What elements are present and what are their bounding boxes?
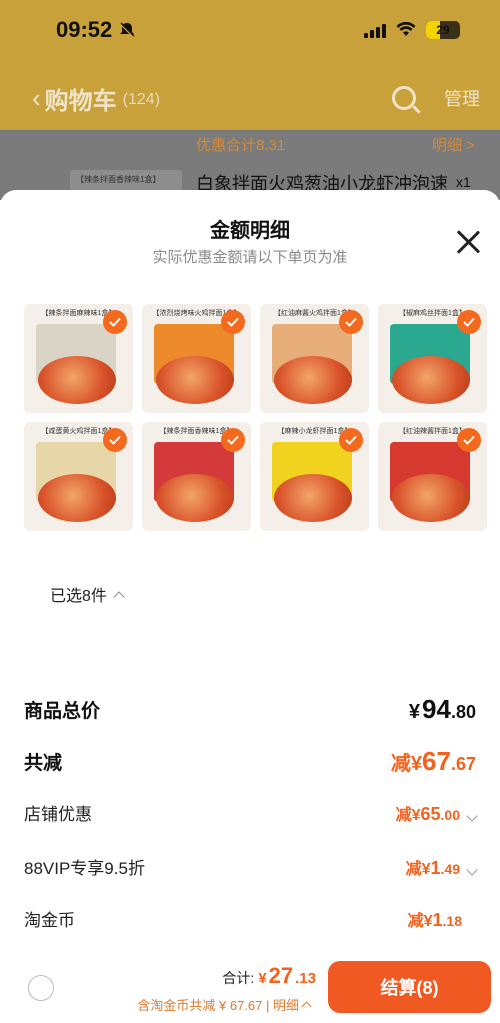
- check-icon[interactable]: [221, 310, 245, 334]
- signal-icon: [364, 22, 386, 38]
- bell-mute-icon: [119, 22, 136, 38]
- vip-discount-dec: .49: [440, 860, 460, 877]
- coin-discount-label: 淘金币: [24, 911, 75, 930]
- amount-detail-sheet: 金额明细 实际优惠金额请以下单页为准 【辣条拌面麻辣味1盒】 【浓烈烧烤味火鸡拌面…: [0, 190, 500, 1023]
- total-reduce-value: 减¥ 67.67: [391, 746, 476, 777]
- checkout-bar: 合计: ¥ 27 .13 含淘金币共减 ¥ 67.67 | 明细 结算(8): [0, 953, 500, 1023]
- total-reduce-row: 共减 减¥ 67.67: [24, 746, 476, 777]
- time-text: 09:52: [56, 17, 113, 42]
- sum-detail-text: 含淘金币共减 ¥ 67.67 | 明细: [137, 998, 299, 1013]
- discount-total: 优惠合计8.31: [196, 137, 286, 154]
- shop-discount-row[interactable]: 店铺优惠 减¥ 65.00: [24, 800, 478, 825]
- check-icon[interactable]: [103, 310, 127, 334]
- cart-navbar: ‹ 购物车 (124) 管理: [0, 76, 500, 120]
- total-price-dec: .80: [450, 702, 476, 722]
- total-price-row: 商品总价 ¥94.80: [24, 694, 476, 725]
- search-icon[interactable]: [392, 86, 416, 110]
- product-card[interactable]: 【辣条拌面麻辣味1盒】: [24, 304, 133, 413]
- product-noodle-image: [38, 356, 116, 404]
- shop-discount-label: 店铺优惠: [24, 805, 92, 824]
- cart-header-background: 09:52 29 ‹ 购物车 (124) 管理: [0, 0, 500, 130]
- sum-currency: ¥: [258, 970, 267, 987]
- product-noodle-image: [274, 474, 352, 522]
- chevron-down-icon: [466, 863, 478, 876]
- cart-count: (124): [122, 91, 161, 108]
- shop-discount-int: 65: [420, 803, 441, 824]
- battery-level: 29: [436, 23, 450, 37]
- close-icon[interactable]: [455, 229, 481, 255]
- selected-count-toggle[interactable]: 已选8件: [50, 582, 125, 606]
- vip-discount-row[interactable]: 88VIP专享9.5折 减¥ 1.49: [24, 854, 478, 879]
- total-price-value: ¥94.80: [409, 694, 476, 725]
- sum-detail-toggle[interactable]: 含淘金币共减 ¥ 67.67 | 明细: [137, 995, 312, 1014]
- coin-discount-prefix: 减¥: [407, 912, 433, 930]
- product-noodle-image: [392, 474, 470, 522]
- total-price-int: 94: [422, 694, 451, 724]
- sum-label: 合计:: [222, 970, 255, 986]
- sum-int: 27: [268, 963, 294, 988]
- cart-item-qty: x1: [456, 174, 471, 190]
- vip-discount-prefix: 减¥: [405, 860, 431, 878]
- vip-discount-label: 88VIP专享9.5折: [24, 859, 145, 878]
- chevron-down-icon: [466, 809, 478, 822]
- total-reduce-int: 67: [422, 746, 451, 776]
- check-icon[interactable]: [339, 310, 363, 334]
- coin-discount-row: 淘金币 减¥ 1.18: [24, 906, 476, 931]
- product-card[interactable]: 【红油辣酱拌面1盒】: [378, 422, 487, 531]
- coin-discount-dec: .18: [442, 912, 462, 929]
- product-card[interactable]: 【椒麻鸡丝拌面1盒】: [378, 304, 487, 413]
- check-icon[interactable]: [103, 428, 127, 452]
- shop-discount-dec: .00: [440, 806, 460, 823]
- battery-icon: 29: [426, 21, 460, 39]
- product-noodle-image: [156, 356, 234, 404]
- vip-discount-value: 减¥ 1.49: [405, 855, 478, 879]
- cart-item-thumbnail-label: 【辣条拌面香辣味1盒】: [76, 175, 161, 184]
- product-card[interactable]: 【浓烈烧烤味火鸡拌面1盒】: [142, 304, 251, 413]
- coin-discount-value: 减¥ 1.18: [408, 907, 462, 931]
- check-icon[interactable]: [339, 428, 363, 452]
- sum-dec: .13: [295, 970, 316, 987]
- select-all-radio[interactable]: [28, 975, 54, 1001]
- shop-discount-prefix: 减¥: [395, 806, 421, 824]
- check-icon[interactable]: [457, 428, 481, 452]
- shop-discount-value: 减¥ 65.00: [395, 801, 478, 825]
- check-icon[interactable]: [457, 310, 481, 334]
- total-reduce-prefix: 减¥: [390, 753, 423, 775]
- coin-discount-int: 1: [432, 909, 443, 930]
- total-reduce-dec: .67: [450, 754, 476, 774]
- total-reduce-label: 共减: [24, 753, 63, 774]
- product-noodle-image: [156, 474, 234, 522]
- selected-count-text: 已选8件: [50, 588, 107, 605]
- total-price-currency: ¥: [408, 701, 421, 723]
- total-price-label: 商品总价: [24, 701, 101, 722]
- sheet-title: 金额明细: [210, 220, 290, 242]
- detail-link[interactable]: 明细 >: [432, 134, 475, 155]
- sum-total: 合计: ¥ 27 .13: [222, 963, 316, 989]
- page-title: 购物车: [44, 87, 117, 115]
- checkout-button[interactable]: 结算(8): [328, 961, 491, 1013]
- vip-discount-int: 1: [430, 857, 441, 878]
- product-noodle-image: [274, 356, 352, 404]
- product-card[interactable]: 【红油麻酱火鸡拌面1盒】: [260, 304, 369, 413]
- wifi-icon: [396, 22, 416, 36]
- chevron-up-icon: [113, 591, 125, 603]
- manage-button[interactable]: 管理: [444, 85, 480, 111]
- status-time: 09:52: [56, 17, 136, 43]
- chevron-left-icon[interactable]: ‹: [32, 83, 41, 114]
- product-grid: 【辣条拌面麻辣味1盒】 【浓烈烧烤味火鸡拌面1盒】 【红油麻酱火鸡拌面1盒】 【椒麻鸡…: [24, 304, 487, 531]
- product-noodle-image: [38, 474, 116, 522]
- sheet-subtitle: 实际优惠金额请以下单页为准: [152, 249, 348, 266]
- product-card[interactable]: 【麻辣小龙虾拌面1盒】: [260, 422, 369, 531]
- product-noodle-image: [392, 356, 470, 404]
- chevron-up-icon: [301, 1001, 312, 1012]
- product-card[interactable]: 【咸蛋黄火鸡拌面1盒】: [24, 422, 133, 531]
- status-bar: 09:52 29: [0, 0, 500, 60]
- check-icon[interactable]: [221, 428, 245, 452]
- product-card[interactable]: 【辣条拌面香辣味1盒】: [142, 422, 251, 531]
